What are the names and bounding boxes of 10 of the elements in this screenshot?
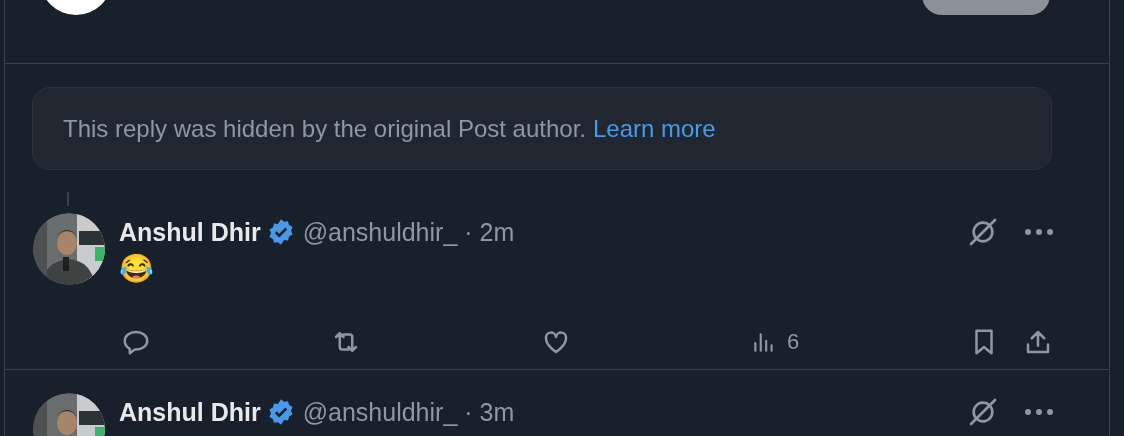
slashed-circle-icon[interactable] (967, 396, 999, 428)
handle-and-time: @anshuldhir_ · 3m (302, 397, 515, 427)
learn-more-link[interactable]: Learn more (592, 114, 716, 143)
slashed-circle-icon[interactable] (967, 216, 999, 248)
handle-and-time: @anshuldhir_ · 2m (302, 217, 515, 247)
author-name[interactable]: Anshul Dhir (119, 217, 261, 247)
post-text: 😂 (119, 252, 155, 286)
notice-text: This reply was hidden by the original Post author. (63, 114, 586, 143)
author-name[interactable]: Anshul Dhir (119, 397, 261, 427)
view-count: 6 (787, 329, 800, 355)
